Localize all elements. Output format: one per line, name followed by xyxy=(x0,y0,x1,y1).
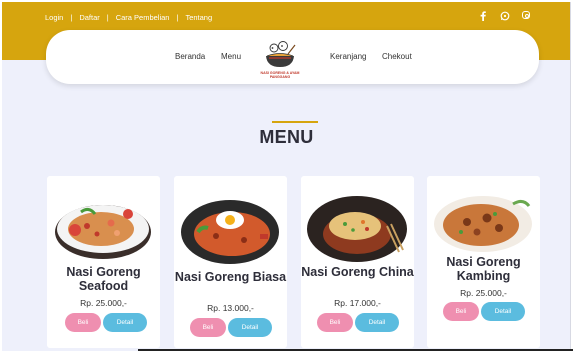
login-link[interactable]: Login xyxy=(45,13,63,22)
food-image xyxy=(307,196,407,262)
navbar: Beranda Menu NASI GORENG & AYAM PANGGANG… xyxy=(46,30,539,84)
detail-button[interactable]: Detail xyxy=(103,313,147,332)
facebook-icon[interactable] xyxy=(478,11,488,21)
instagram-icon[interactable] xyxy=(522,11,530,19)
beli-button[interactable]: Beli xyxy=(443,302,479,321)
page: Login | Daftar | Cara Pembelian | Tentan… xyxy=(2,2,571,351)
detail-button[interactable]: Detail xyxy=(355,313,399,332)
menu-card: Nasi Goreng Seafood Rp. 25.000,- Beli De… xyxy=(47,176,160,348)
menu-price: Rp. 25.000,- xyxy=(460,288,507,298)
separator: | xyxy=(176,13,179,22)
food-image xyxy=(434,196,532,252)
beli-button[interactable]: Beli xyxy=(65,313,101,332)
menu-name: Nasi Goreng Biasa xyxy=(174,270,287,284)
page-title: MENU xyxy=(259,127,314,147)
menu-price: Rp. 13.000,- xyxy=(207,303,254,313)
nav-beranda[interactable]: Beranda xyxy=(175,52,205,61)
brand-logo[interactable]: NASI GORENG & AYAM PANGGANG xyxy=(255,41,305,79)
detail-button[interactable]: Detail xyxy=(481,302,525,321)
menu-card: Nasi Goreng Kambing Rp. 25.000,- Beli De… xyxy=(427,176,540,348)
menu-name: Nasi Goreng China xyxy=(301,265,414,279)
cara-pembelian-link[interactable]: Cara Pembelian xyxy=(116,13,170,22)
detail-button[interactable]: Detail xyxy=(228,318,272,337)
bottom-divider xyxy=(138,349,573,351)
nav-keranjang[interactable]: Keranjang xyxy=(330,52,366,61)
whatsapp-icon[interactable] xyxy=(500,11,510,21)
separator: | xyxy=(70,13,73,22)
menu-card: Nasi Goreng China Rp. 17.000,- Beli Deta… xyxy=(301,176,414,348)
beli-button[interactable]: Beli xyxy=(317,313,353,332)
social-links xyxy=(478,11,530,21)
title-underline xyxy=(272,121,318,123)
menu-name: Nasi Goreng Seafood xyxy=(66,265,141,293)
menu-name: Nasi Goreng Kambing xyxy=(446,255,521,283)
menu-card: Nasi Goreng Biasa Rp. 13.000,- Beli Deta… xyxy=(174,176,287,348)
beli-button[interactable]: Beli xyxy=(190,318,226,337)
top-links: Login | Daftar | Cara Pembelian | Tentan… xyxy=(45,13,212,22)
logo-bowl-icon xyxy=(266,41,296,67)
menu-price: Rp. 25.000,- xyxy=(80,298,127,308)
food-image xyxy=(55,205,151,259)
separator: | xyxy=(106,13,109,22)
menu-price: Rp. 17.000,- xyxy=(334,298,381,308)
daftar-link[interactable]: Daftar xyxy=(79,13,99,22)
logo-text: NASI GORENG & AYAM PANGGANG xyxy=(260,71,300,79)
nav-chekout[interactable]: Chekout xyxy=(382,52,412,61)
food-image xyxy=(181,200,279,264)
tentang-link[interactable]: Tentang xyxy=(185,13,212,22)
nav-menu[interactable]: Menu xyxy=(221,52,241,61)
